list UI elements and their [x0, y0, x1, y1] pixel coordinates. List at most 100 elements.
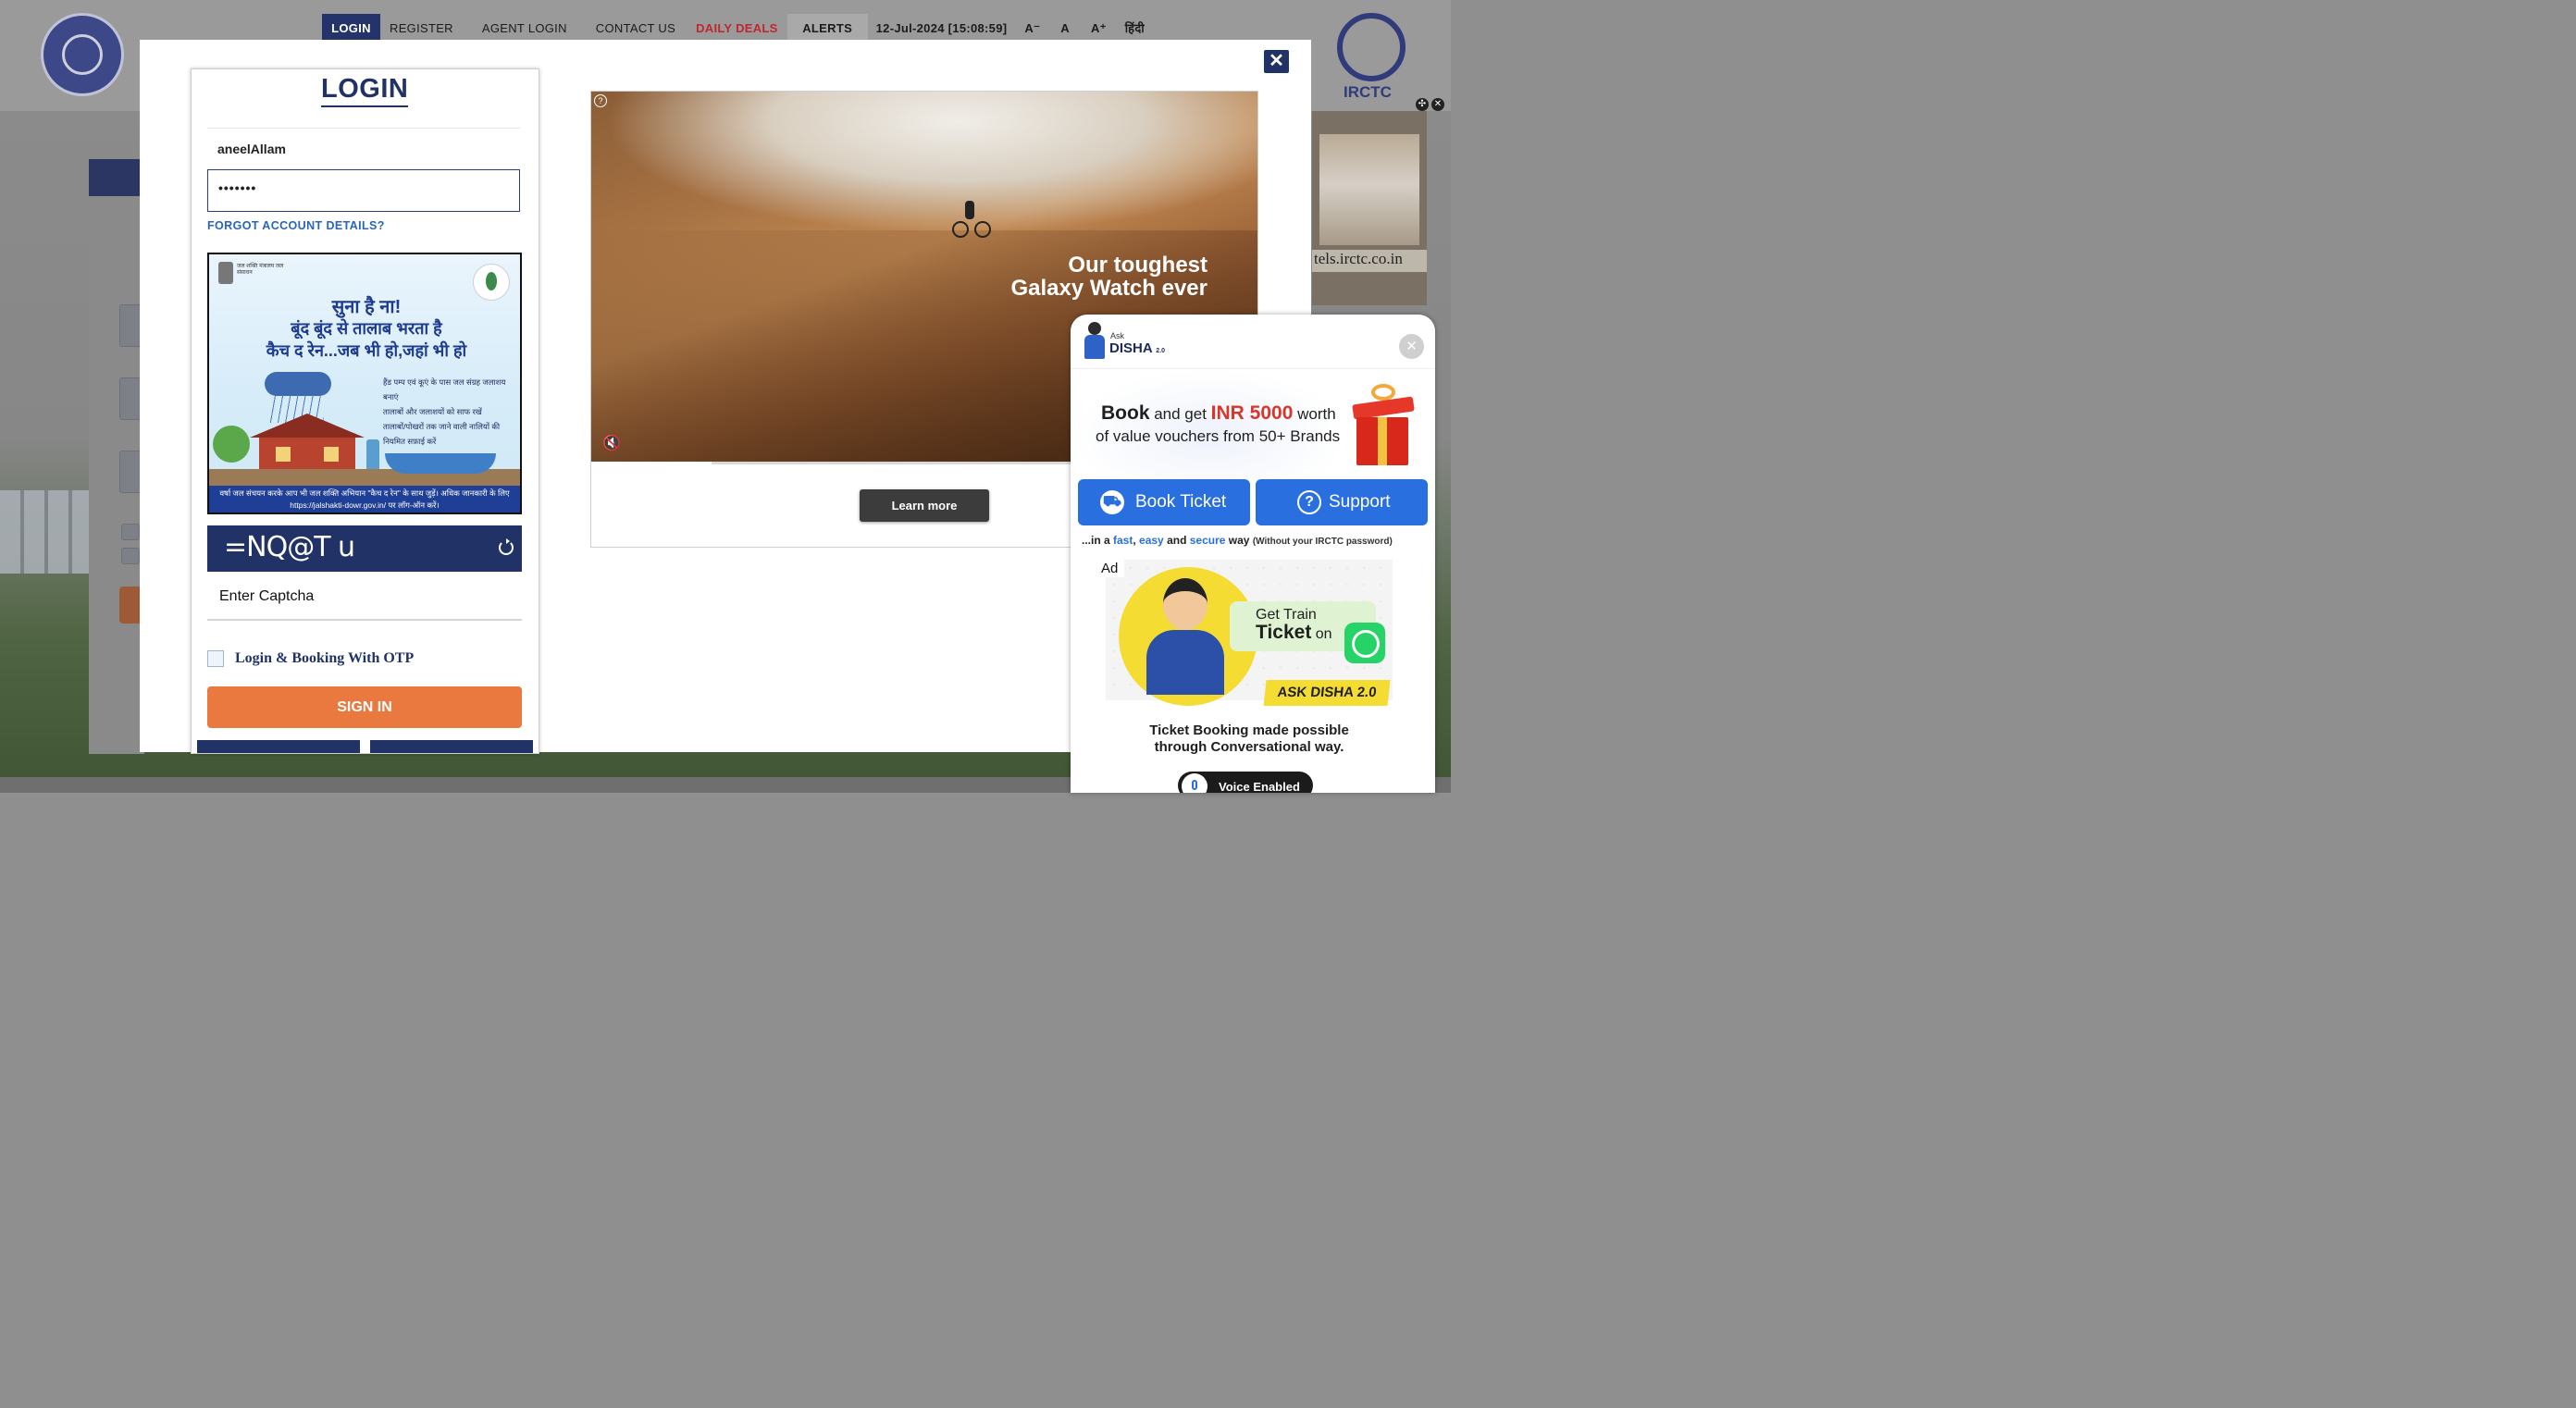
way-suffix: way — [1225, 534, 1250, 547]
disha-tagline: ...in a fast, easy and secure way (Witho… — [1082, 534, 1393, 547]
mute-icon[interactable]: 🔇 — [602, 436, 621, 452]
jal-shakti-ad[interactable]: जल शक्ति मंत्रालय जल संसाधन सुना है ना! … — [207, 253, 522, 514]
bottom-tab-right[interactable] — [370, 740, 533, 753]
irctc-logo-text: IRCTC — [1344, 83, 1392, 101]
cyclist-body — [965, 201, 974, 219]
water-pond-icon — [385, 453, 496, 474]
way-fast: fast — [1113, 534, 1133, 547]
ad-on: on — [1311, 626, 1332, 642]
tree-icon — [213, 426, 250, 463]
train-icon: ⛟ — [1100, 490, 1124, 514]
ad-disha-badge: ASK DISHA 2.0 — [1263, 680, 1391, 706]
disha-version: 2.0 — [1156, 348, 1166, 354]
close-icon[interactable]: ✕ — [1264, 50, 1289, 73]
video-progress-fill — [591, 462, 712, 464]
hotel-room-image — [1319, 134, 1419, 245]
jal-ad-bullet: हैंड पम्प एवं कूएं के पास जल संग्रह जलाश… — [383, 377, 506, 401]
water-tank-icon — [366, 439, 379, 471]
video-headline-1: Our toughest — [1068, 253, 1208, 278]
jal-ad-footer: वर्षा जल संचयन करके आप भी जल शक्ति अभिया… — [209, 486, 520, 513]
jal-ad-line-1: सुना है ना! — [331, 297, 402, 317]
to-field — [119, 377, 142, 420]
captcha-image: =NQ@T u — [207, 525, 522, 572]
ad-choices-icon[interactable]: ✣ — [1416, 98, 1429, 111]
support-button[interactable]: ? Support — [1256, 479, 1428, 525]
voice-enabled-badge[interactable]: Voice Enabled — [1178, 772, 1313, 793]
nav-agent-login[interactable]: AGENT LOGIN — [482, 14, 567, 40]
bike-wheel — [974, 221, 991, 238]
hotel-ad-url: tels.irctc.co.in — [1312, 250, 1427, 272]
password-value: ••••••• — [218, 180, 257, 195]
disha-ask-label: Ask — [1110, 331, 1125, 340]
checkbox — [121, 524, 140, 540]
bottom-tab-left[interactable] — [197, 740, 360, 753]
cyclist-figure — [952, 201, 991, 238]
sign-in-button[interactable]: SIGN IN — [207, 686, 522, 728]
way-secure: secure — [1189, 534, 1226, 547]
nav-contact-us[interactable]: CONTACT US — [596, 14, 675, 40]
disha-mascot-icon — [1163, 578, 1208, 630]
font-normal[interactable]: A — [1060, 14, 1070, 40]
login-panel: LOGIN aneelAllam ••••••• FORGOT ACCOUNT … — [191, 68, 539, 754]
promo-book: Book — [1101, 402, 1150, 424]
voucher-promo[interactable]: Book and get INR 5000 worth of value vou… — [1071, 369, 1435, 480]
font-decrease[interactable]: A⁻ — [1024, 14, 1040, 40]
ad-description: Ticket Booking made possible through Con… — [1106, 723, 1393, 756]
book-ticket-button[interactable]: ⛟ Book Ticket — [1078, 479, 1250, 525]
promo-and-get: and get — [1149, 405, 1211, 423]
jal-ad-bullet: तालाबों/पोखरों तक जाने वाली नालियों की न… — [383, 422, 501, 446]
voice-enabled-label: Voice Enabled — [1219, 780, 1300, 793]
jal-ad-line-2: बूंद बूंद से तालाब भरता है — [291, 319, 442, 338]
jal-ad-line-3: कैच द रेन...जब भी हो,जहां भी हो — [266, 341, 467, 360]
gift-box-icon — [1351, 380, 1416, 473]
ad-label: Ad — [1095, 560, 1125, 577]
refresh-icon[interactable] — [499, 538, 514, 555]
national-emblem-icon — [218, 262, 233, 284]
disha-whatsapp-ad[interactable]: Ad Get Train Ticket on ASK DISHA 2.0 Tic… — [1095, 560, 1393, 793]
way-easy: easy — [1139, 534, 1164, 547]
way-note: (Without your IRCTC password) — [1252, 537, 1393, 547]
nav-register[interactable]: REGISTER — [390, 14, 453, 40]
ad-desc-line-1: Ticket Booking made possible — [1149, 723, 1349, 738]
language-hindi[interactable]: हिंदी — [1125, 14, 1145, 40]
disha-header: Ask DISHA 2.0 ✕ — [1071, 315, 1435, 369]
nav-daily-deals[interactable]: DAILY DEALS — [696, 14, 778, 40]
rain-cloud-icon — [265, 372, 331, 396]
booking-tab — [89, 159, 144, 196]
class-field — [119, 451, 142, 493]
disha-close-icon[interactable]: ✕ — [1399, 334, 1424, 359]
learn-more-button[interactable]: Learn more — [860, 489, 989, 522]
ad-close-icon[interactable]: ✕ — [1431, 98, 1444, 111]
otp-label: Login & Booking With OTP — [235, 650, 415, 666]
hotel-ad[interactable]: tels.irctc.co.in — [1312, 111, 1427, 305]
ministry-label: जल शक्ति मंत्रालय जल संसाधन — [237, 264, 284, 276]
forgot-account-link[interactable]: FORGOT ACCOUNT DETAILS? — [207, 219, 385, 232]
disha-mascot-body — [1146, 630, 1224, 695]
nav-login[interactable]: LOGIN — [322, 14, 380, 40]
username-value: aneelAllam — [217, 142, 286, 156]
ad-info-icon[interactable]: ? — [594, 94, 607, 107]
ask-disha-widget: Ask DISHA 2.0 ✕ Book and get INR 5000 wo… — [1071, 315, 1435, 793]
captcha-text: =NQ@T u — [224, 531, 355, 563]
support-label: Support — [1329, 492, 1391, 512]
otp-checkbox[interactable] — [207, 650, 224, 667]
promo-line-2: of value vouchers from 50+ Brands — [1096, 427, 1341, 445]
password-field[interactable]: ••••••• — [207, 169, 520, 212]
window-icon — [324, 447, 339, 462]
help-icon: ? — [1297, 490, 1321, 514]
captcha-input[interactable]: Enter Captcha — [207, 574, 522, 621]
indian-railways-logo — [41, 13, 124, 96]
window-icon — [276, 447, 291, 462]
promo-amount: INR 5000 — [1210, 402, 1294, 424]
irctc-logo: IRCTC — [1332, 13, 1410, 105]
from-field — [119, 304, 142, 347]
house-icon — [259, 438, 355, 473]
video-headline-2: Galaxy Watch ever — [1010, 276, 1208, 301]
font-increase[interactable]: A⁺ — [1091, 14, 1107, 40]
ad-ticket-word: Ticket — [1256, 622, 1312, 643]
username-field[interactable]: aneelAllam — [207, 128, 520, 168]
disha-name: DISHA 2.0 — [1109, 340, 1165, 356]
video-headline: Our toughest Galaxy Watch ever — [1010, 253, 1208, 300]
promo-worth: worth — [1293, 405, 1336, 423]
nav-alerts[interactable]: ALERTS — [786, 14, 868, 40]
